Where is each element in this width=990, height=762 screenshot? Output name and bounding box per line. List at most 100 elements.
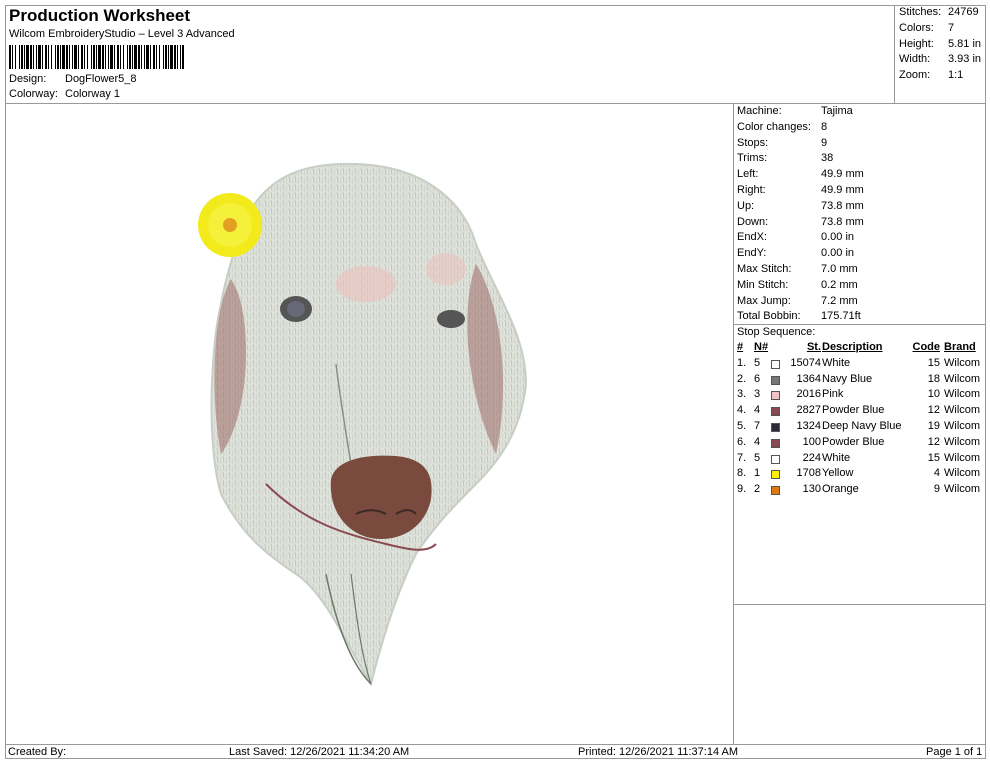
stop-sequence-row: 3. 3 2016 Pink 10 Wilcom bbox=[734, 388, 986, 404]
machine-info-value: 0.2 mm bbox=[821, 278, 858, 291]
machine-info-row: Machine: Tajima bbox=[737, 105, 853, 117]
row-brand: Wilcom bbox=[944, 372, 981, 385]
summary-value: 24769 bbox=[948, 6, 979, 18]
machine-info-label: Right: bbox=[737, 184, 766, 196]
machine-info-label: Stops: bbox=[737, 136, 769, 149]
row-needle: 7 bbox=[754, 419, 761, 432]
stop-sequence-row: 6. 4 100 Powder Blue 12 Wilcom bbox=[734, 436, 986, 452]
machine-info-label: Trims: bbox=[737, 152, 768, 165]
row-stitches: 100 bbox=[802, 435, 821, 448]
row-code: 4 bbox=[933, 467, 940, 480]
stop-sequence-bottom-divider bbox=[734, 604, 986, 605]
machine-info-row: Down: 73.8 mm bbox=[737, 216, 864, 228]
row-description: Navy Blue bbox=[822, 372, 873, 385]
machine-info-row: Right: 49.9 mm bbox=[737, 184, 864, 196]
machine-info-value: 49.9 mm bbox=[821, 168, 864, 181]
stop-sequence-row: 1. 5 15074 White 15 Wilcom bbox=[734, 357, 986, 373]
machine-info-row: Left: 49.9 mm bbox=[737, 168, 864, 180]
row-brand: Wilcom bbox=[944, 419, 981, 432]
header-code: Code bbox=[912, 341, 941, 353]
row-index: 4. bbox=[737, 404, 747, 417]
row-description: White bbox=[822, 451, 851, 464]
machine-info-label: Max Stitch: bbox=[737, 263, 792, 275]
row-code: 12 bbox=[927, 404, 940, 417]
design-value: DogFlower5_8 bbox=[65, 73, 137, 85]
summary-label: Zoom: bbox=[899, 69, 931, 81]
row-code: 12 bbox=[927, 435, 940, 448]
row-index: 5. bbox=[737, 419, 747, 432]
summary-label: Colors: bbox=[899, 22, 934, 34]
summary-label: Width: bbox=[899, 53, 931, 65]
row-needle: 6 bbox=[754, 372, 761, 385]
row-description: Deep Navy Blue bbox=[822, 419, 902, 432]
machine-info-row: Trims: 38 bbox=[737, 152, 833, 164]
machine-info-label: Down: bbox=[737, 215, 769, 228]
row-needle: 4 bbox=[754, 404, 761, 417]
colorway-label: Colorway: bbox=[9, 88, 58, 100]
row-stitches: 224 bbox=[802, 451, 821, 464]
barcode-image bbox=[9, 45, 184, 69]
stop-sequence-row: 9. 2 130 Orange 9 Wilcom bbox=[734, 483, 986, 499]
stop-sequence-row: 8. 1 1708 Yellow 4 Wilcom bbox=[734, 467, 986, 483]
machine-info-row: Total Bobbin: 175.71ft bbox=[737, 310, 861, 322]
printed-date: Printed: 12/26/2021 11:37:14 AM bbox=[578, 746, 739, 758]
color-swatch bbox=[771, 486, 780, 496]
summary-value: 5.81 in bbox=[948, 38, 982, 50]
row-code: 19 bbox=[927, 419, 940, 432]
machine-info-value: 0.00 in bbox=[821, 231, 855, 244]
machine-info-row: EndX: 0.00 in bbox=[737, 231, 854, 243]
row-stitches: 15074 bbox=[790, 356, 821, 369]
summary-label: Height: bbox=[899, 38, 934, 50]
row-code: 10 bbox=[927, 388, 940, 401]
color-swatch bbox=[771, 422, 780, 432]
row-needle: 3 bbox=[754, 388, 761, 401]
row-stitches: 1324 bbox=[796, 419, 821, 432]
row-index: 8. bbox=[737, 467, 747, 480]
color-swatch bbox=[771, 375, 780, 385]
embroidered-dog-with-flower-image bbox=[198, 162, 528, 687]
machine-info-value: 8 bbox=[821, 120, 828, 133]
machine-info-label: Min Stitch: bbox=[737, 278, 789, 291]
summary-row: Height: 5.81 in bbox=[899, 38, 981, 50]
row-index: 6. bbox=[737, 435, 747, 448]
row-needle: 2 bbox=[754, 483, 761, 496]
created-by: Created By: bbox=[8, 746, 67, 758]
row-index: 7. bbox=[737, 451, 747, 464]
row-needle: 5 bbox=[754, 451, 761, 464]
row-stitches: 1708 bbox=[796, 467, 821, 480]
colorway-value: Colorway 1 bbox=[65, 88, 121, 100]
stop-sequence-row: 7. 5 224 White 15 Wilcom bbox=[734, 452, 986, 468]
machine-info-value: 175.71ft bbox=[821, 310, 861, 323]
row-brand: Wilcom bbox=[944, 483, 981, 496]
header-needle: N# bbox=[754, 341, 769, 353]
row-brand: Wilcom bbox=[944, 356, 981, 369]
header-stitches: St. bbox=[806, 341, 821, 353]
colorway-row: Colorway: Colorway 1 bbox=[9, 88, 120, 100]
row-index: 9. bbox=[737, 483, 747, 496]
row-description: Powder Blue bbox=[822, 404, 885, 417]
row-code: 18 bbox=[927, 372, 940, 385]
summary-row: Stitches: 24769 bbox=[899, 6, 979, 18]
machine-info-value: 73.8 mm bbox=[821, 199, 864, 212]
header-index: # bbox=[737, 341, 744, 353]
machine-info-row: Stops: 9 bbox=[737, 137, 827, 149]
machine-info-row: Max Stitch: 7.0 mm bbox=[737, 263, 858, 275]
row-needle: 5 bbox=[754, 356, 761, 369]
color-swatch bbox=[771, 391, 780, 401]
row-code: 15 bbox=[927, 451, 940, 464]
page-number: Page 1 of 1 bbox=[926, 746, 983, 758]
page-title: Production Worksheet bbox=[9, 6, 191, 25]
summary-box: Stitches: 24769 Colors: 7 Height: 5.81 in W… bbox=[894, 5, 986, 104]
footer-divider bbox=[5, 744, 986, 745]
machine-info-label: Up: bbox=[737, 199, 755, 212]
row-description: White bbox=[822, 356, 851, 369]
row-code: 9 bbox=[933, 483, 940, 496]
summary-row: Colors: 7 bbox=[899, 22, 954, 34]
machine-info-panel: Machine: Tajima Color changes: 8 Stops: 9 Trim… bbox=[733, 104, 986, 744]
row-stitches: 1364 bbox=[796, 372, 821, 385]
row-index: 2. bbox=[737, 372, 747, 385]
stop-sequence-label: Stop Sequence: bbox=[737, 326, 816, 338]
row-stitches: 2827 bbox=[796, 404, 821, 417]
stop-sequence-divider bbox=[734, 324, 986, 325]
row-brand: Wilcom bbox=[944, 467, 981, 480]
